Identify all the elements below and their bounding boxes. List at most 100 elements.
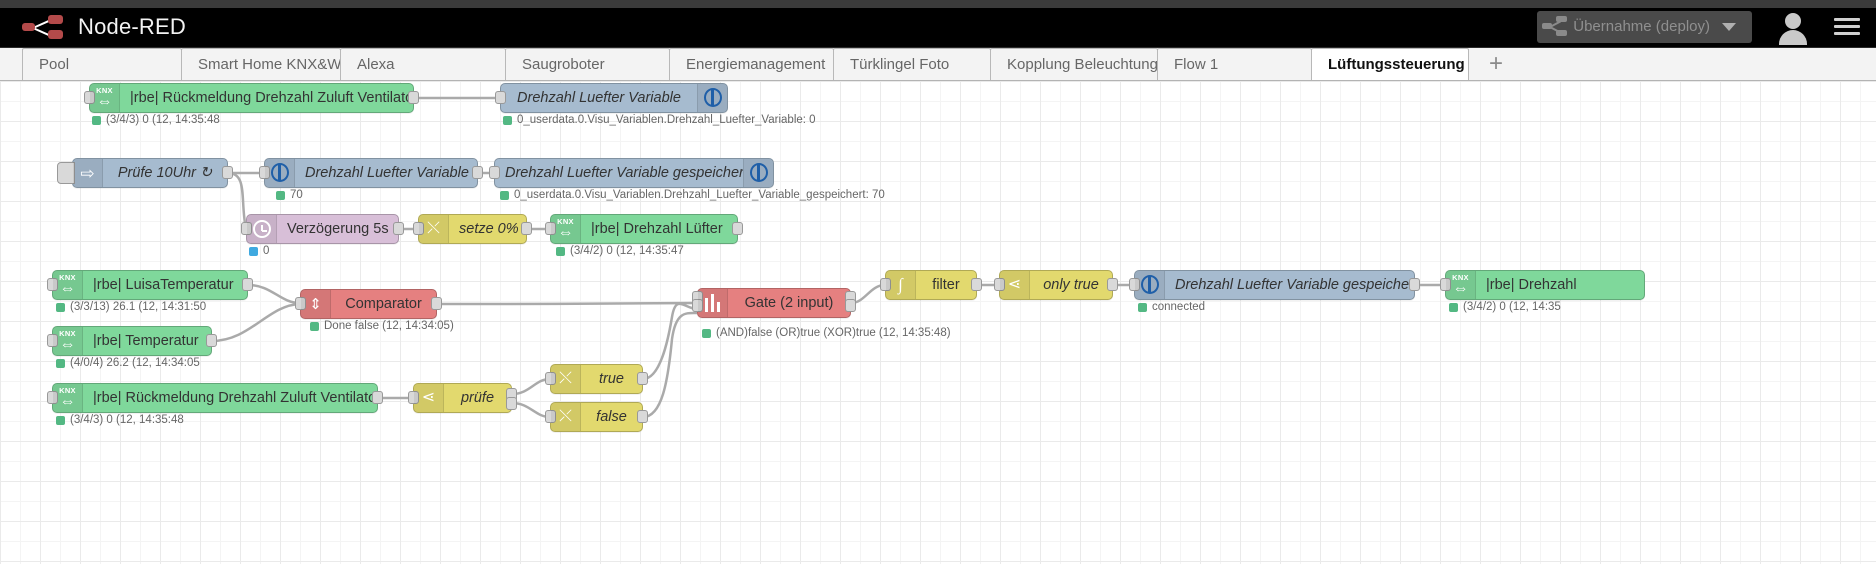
node-output-port[interactable] (1107, 278, 1118, 291)
node-output-port[interactable] (521, 222, 532, 235)
node-label: only true (1043, 277, 1099, 293)
node-knx-temperatur[interactable]: KNX ⇔ |rbe| Temperatur (47, 326, 217, 356)
flow-tab-kopplung-beleuchtung[interactable]: Kopplung Beleuchtung (990, 48, 1158, 80)
node-label: |rbe| Temperatur (93, 333, 199, 349)
status-dot (276, 190, 285, 200)
knx-icon: KNX ⇔ (1446, 271, 1476, 299)
node-output-port-2[interactable] (506, 396, 517, 410)
node-output-port[interactable] (472, 166, 483, 179)
node-label: Drehzahl Luefter Variable gespeichert (1175, 277, 1414, 293)
node-label: filter (932, 277, 960, 293)
deploy-button[interactable]: Übernahme (deploy) (1537, 10, 1752, 43)
inject-arrow-icon: ⇨ (73, 159, 103, 187)
status-dot (500, 190, 509, 200)
flow-tab-smart-home-knx-wifi[interactable]: Smart Home KNX&WIFI (181, 48, 341, 80)
hamburger-menu-icon[interactable] (1834, 14, 1860, 39)
status-dot (310, 321, 319, 331)
node-output-port[interactable] (732, 222, 743, 235)
flow-tab-pool[interactable]: Pool (22, 48, 182, 80)
flow-tab-saugroboter[interactable]: Saugroboter (505, 48, 670, 80)
node-object-drehzahl-variable-2[interactable]: Drehzahl Luefter Variable (259, 158, 483, 188)
status-text: (3/3/13) 26.1 (12, 14:31:50 (70, 301, 207, 313)
node-output-port[interactable] (393, 222, 404, 235)
node-filter[interactable]: ∫ filter (880, 270, 982, 300)
flow-tab-energiemanagement[interactable]: Energiemanagement (669, 48, 834, 80)
node-status: (3/4/2) 0 (12, 14:35:47 (556, 245, 684, 257)
node-label: Drehzahl Luefter Variable (517, 90, 681, 106)
node-inject-pruefe-10uhr[interactable]: ⇨ Prüfe 10Uhr ↻ (57, 158, 233, 188)
node-status: (AND)false (OR)true (XOR)true (12, 14:35… (702, 327, 951, 339)
node-output-port[interactable] (637, 410, 648, 423)
node-switch-pruefe[interactable]: ⋖ prüfe (408, 383, 517, 413)
status-text: Done false (12, 14:34:05) (324, 320, 454, 332)
canvas-grid (0, 81, 1876, 564)
node-output-port[interactable] (1409, 278, 1420, 291)
node-delay-verzoegerung[interactable]: Verzögerung 5s (241, 214, 404, 244)
status-text: (3/4/3) 0 (12, 14:35:48 (106, 114, 220, 126)
app-header: Node-RED Übernahme (deploy) (0, 0, 1876, 48)
flow-tab-l-ftungssteuerung[interactable]: Lüftungssteuerung (1311, 48, 1469, 80)
knx-icon: KNX ⇔ (53, 384, 83, 412)
node-status: 0 (249, 245, 269, 257)
status-dot (56, 358, 65, 368)
change-icon: ⤬ (551, 403, 581, 431)
switch-icon: ⋖ (414, 384, 444, 412)
node-output-port[interactable] (372, 391, 383, 404)
status-text: (4/0/4) 26.2 (12, 14:34:05 (70, 357, 200, 369)
node-label: Prüfe 10Uhr ↻ (117, 165, 213, 181)
node-object-drehzahl-gespeichert-1[interactable]: Drehzahl Luefter Variable gespeichert (489, 158, 774, 188)
node-change-false[interactable]: ⤬ false (545, 402, 648, 432)
iobroker-icon (697, 84, 727, 112)
node-output-port[interactable] (242, 278, 253, 291)
node-gate-2-input[interactable]: Gate (2 input) (692, 288, 856, 318)
deploy-icon (1537, 11, 1571, 43)
node-input-port[interactable] (495, 91, 506, 104)
flow-tab-t-rklingel-foto[interactable]: Türklingel Foto (833, 48, 991, 80)
add-flow-tab-button[interactable]: + (1469, 48, 1523, 80)
status-text: 0_userdata.0.Visu_Variablen.Drehzahl_Lue… (517, 114, 816, 126)
header-top-strip (0, 0, 1876, 8)
flow-tab-flow-1[interactable]: Flow 1 (1157, 48, 1312, 80)
node-status: (3/4/3) 0 (12, 14:35:48 (92, 114, 220, 126)
status-text: connected (1152, 301, 1206, 313)
gate-icon (698, 289, 728, 317)
node-switch-only-true[interactable]: ⋖ only true (994, 270, 1118, 300)
flow-canvas[interactable]: KNX ⇔ |rbe| Rückmeldung Drehzahl Zuluft V… (0, 81, 1876, 564)
status-dot (702, 328, 711, 338)
status-text: (3/4/3) 0 (12, 14:35:48 (70, 414, 184, 426)
node-label: |rbe| Rückmeldung Drehzahl Zuluft Ventil… (93, 390, 377, 406)
node-object-drehzahl-gespeichert-2[interactable]: Drehzahl Luefter Variable gespeichert (1129, 270, 1420, 300)
node-change-setze-0[interactable]: ⤬ setze 0% (413, 214, 532, 244)
node-object-drehzahl-variable-1[interactable]: Drehzahl Luefter Variable (495, 83, 728, 113)
node-output-port[interactable] (222, 166, 233, 179)
change-icon: ⤬ (551, 365, 581, 393)
chevron-down-icon[interactable] (1722, 22, 1736, 31)
node-output-port[interactable] (431, 297, 442, 310)
node-input-port[interactable] (489, 166, 500, 179)
node-label: |rbe| Drehzahl Lüfter (591, 221, 723, 237)
node-label: Drehzahl Luefter Variable (305, 165, 469, 181)
node-comparator[interactable]: ⇕ Comparator (295, 289, 442, 319)
deploy-button-label: Übernahme (deploy) (1573, 18, 1710, 35)
node-knx-rueckmeldung-zuluft-1[interactable]: KNX ⇔ |rbe| Rückmeldung Drehzahl Zuluft V… (84, 83, 419, 113)
filter-icon: ∫ (886, 271, 916, 299)
node-output-port[interactable] (206, 334, 217, 347)
status-text: (3/4/2) 0 (12, 14:35 (1463, 301, 1561, 313)
node-label: Drehzahl Luefter Variable gespeichert (505, 165, 743, 181)
node-output-port[interactable] (971, 278, 982, 291)
node-knx-drehzahl-luefter[interactable]: KNX ⇔ |rbe| Drehzahl Lüfter (545, 214, 743, 244)
node-knx-rueckmeldung-zuluft-2[interactable]: KNX ⇔ |rbe| Rückmeldung Drehzahl Zuluft V… (47, 383, 383, 413)
node-change-true[interactable]: ⤬ true (545, 364, 648, 394)
brand-logo-group: Node-RED (22, 14, 186, 40)
status-dot (503, 115, 512, 125)
flow-tab-alexa[interactable]: Alexa (340, 48, 506, 80)
node-output-port[interactable] (408, 91, 419, 104)
node-label: false (596, 409, 627, 425)
node-knx-drehzahl-right[interactable]: KNX ⇔ |rbe| Drehzahl (1440, 270, 1645, 300)
node-output-port-2[interactable] (845, 299, 856, 313)
node-output-port[interactable] (637, 372, 648, 385)
user-account-icon[interactable] (1774, 8, 1812, 46)
node-knx-luisa-temperatur[interactable]: KNX ⇔ |rbe| LuisaTemperatur (47, 270, 253, 300)
status-dot (556, 246, 565, 256)
node-label: setze 0% (459, 221, 519, 237)
